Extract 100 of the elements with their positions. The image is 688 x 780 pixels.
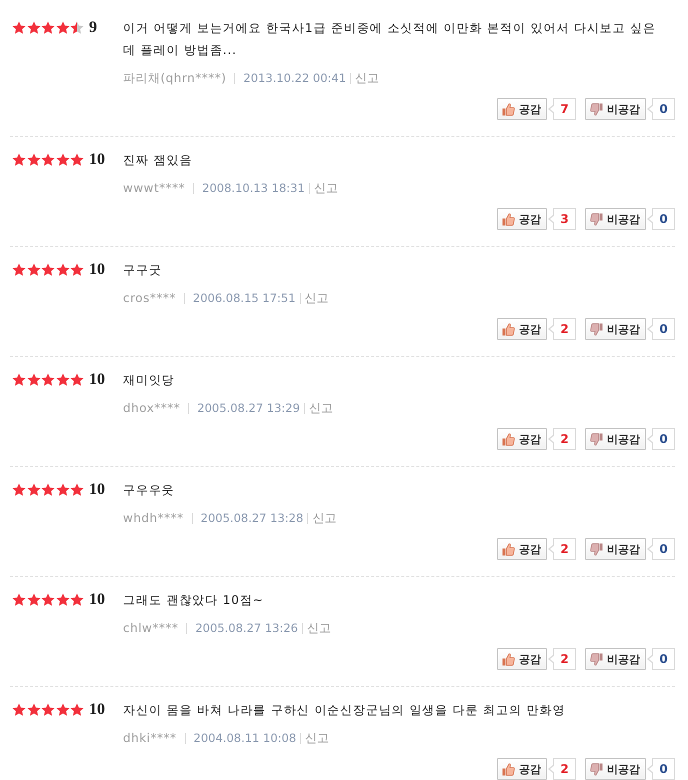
like-button[interactable]: 공감 <box>497 318 547 340</box>
dislike-count: 0 <box>647 758 675 780</box>
thumbs-up-icon <box>502 652 515 666</box>
dislike-button[interactable]: 비공감 <box>585 318 646 340</box>
star-icon <box>41 263 55 277</box>
thumbs-up-icon <box>502 212 515 226</box>
star-icon <box>26 21 40 35</box>
author-name: dhki**** <box>123 731 177 745</box>
star-icon <box>26 263 40 277</box>
star-icon <box>56 703 70 717</box>
review-text: 그래도 괜찮았다 10점~ <box>123 592 265 609</box>
post-date: 2005.08.27 13:28 <box>200 511 304 525</box>
dislike-count: 0 <box>647 318 675 340</box>
rating-score: 10 <box>89 370 105 390</box>
post-date: 2005.08.27 13:26 <box>195 621 298 635</box>
thumbs-up-icon <box>502 102 515 116</box>
thumbs-up-icon <box>502 322 515 336</box>
like-count: 2 <box>548 538 576 560</box>
review-text: 이거 어떻게 보는거에요 한국사1급 준비중에 소싯적에 이만화 본적이 있어서 다시보고 싶은데 플레이 방법좀... <box>123 20 657 59</box>
star-icon <box>56 373 70 387</box>
review-text: 자신이 몸을 바쳐 나라를 구하신 이순신장군님의 일생을 다룬 최고의 만화영 <box>123 702 566 719</box>
star-icon <box>12 703 26 717</box>
star-icon <box>26 703 40 717</box>
dislike-count: 0 <box>647 98 675 120</box>
star-icon <box>70 703 84 717</box>
star-icon <box>26 373 40 387</box>
star-icon <box>12 373 26 387</box>
thumbs-up-icon <box>502 432 515 446</box>
star-icon <box>41 703 55 717</box>
dislike-button[interactable]: 비공감 <box>585 208 646 230</box>
thumbs-down-icon <box>590 762 603 776</box>
star-icon <box>70 593 84 607</box>
star-icon <box>70 263 84 277</box>
dislike-button[interactable]: 비공감 <box>585 428 646 450</box>
dislike-count: 0 <box>647 208 675 230</box>
star-icon <box>56 263 70 277</box>
like-count: 2 <box>548 318 576 340</box>
star-icon <box>41 373 55 387</box>
post-date: 2005.08.27 13:29 <box>197 401 300 415</box>
review-text: 구우우웃 <box>123 482 176 499</box>
like-button[interactable]: 공감 <box>497 648 547 670</box>
review-text: 재미잇당 <box>123 372 176 389</box>
thumbs-down-icon <box>590 212 603 226</box>
star-icon <box>12 263 26 277</box>
rating-score: 10 <box>89 700 105 720</box>
like-count: 2 <box>548 428 576 450</box>
like-count: 3 <box>548 208 576 230</box>
like-count: 2 <box>548 758 576 780</box>
like-count: 2 <box>548 648 576 670</box>
star-icon <box>26 593 40 607</box>
dislike-count: 0 <box>647 428 675 450</box>
rating-score: 10 <box>89 480 105 500</box>
like-button[interactable]: 공감 <box>497 98 547 120</box>
star-icon <box>41 21 55 35</box>
post-date: 2013.10.22 00:41 <box>243 71 346 85</box>
dislike-button[interactable]: 비공감 <box>585 758 646 780</box>
thumbs-down-icon <box>590 322 603 336</box>
rating-score: 10 <box>89 590 105 610</box>
dislike-button[interactable]: 비공감 <box>585 538 646 560</box>
star-icon <box>12 21 26 35</box>
like-button[interactable]: 공감 <box>497 208 547 230</box>
star-icon <box>70 21 84 35</box>
author-name: dhox**** <box>123 401 180 415</box>
author-name: cros**** <box>123 291 176 305</box>
post-date: 2006.08.15 17:51 <box>192 291 296 305</box>
like-count: 7 <box>548 98 576 120</box>
thumbs-down-icon <box>590 652 603 666</box>
star-icon <box>70 153 84 167</box>
star-icon <box>12 593 26 607</box>
thumbs-down-icon <box>590 102 603 116</box>
like-button[interactable]: 공감 <box>497 758 547 780</box>
thumbs-up-icon <box>502 762 515 776</box>
star-icon <box>56 483 70 497</box>
star-icon <box>41 593 55 607</box>
star-icon <box>70 483 84 497</box>
star-icon <box>56 21 70 35</box>
dislike-count: 0 <box>647 648 675 670</box>
star-icon <box>26 153 40 167</box>
star-icon <box>41 153 55 167</box>
rating-score: 9 <box>89 18 97 38</box>
like-button[interactable]: 공감 <box>497 538 547 560</box>
author-name: wwwt**** <box>123 181 186 195</box>
dislike-button[interactable]: 비공감 <box>585 98 646 120</box>
review-text: 구구굿 <box>123 262 163 279</box>
post-date: 2008.10.13 18:31 <box>202 181 305 195</box>
thumbs-down-icon <box>590 432 603 446</box>
star-icon <box>56 153 70 167</box>
post-date: 2004.08.11 10:08 <box>194 731 296 745</box>
star-icon <box>26 483 40 497</box>
star-icon <box>70 373 84 387</box>
star-icon <box>12 483 26 497</box>
thumbs-up-icon <box>502 542 515 556</box>
rating-score: 10 <box>89 150 105 170</box>
author-name: chlw**** <box>123 621 178 635</box>
like-button[interactable]: 공감 <box>497 428 547 450</box>
thumbs-down-icon <box>590 542 603 556</box>
dislike-button[interactable]: 비공감 <box>585 648 646 670</box>
dislike-count: 0 <box>647 538 675 560</box>
star-icon <box>56 593 70 607</box>
review-text: 진짜 잼있음 <box>123 152 194 169</box>
